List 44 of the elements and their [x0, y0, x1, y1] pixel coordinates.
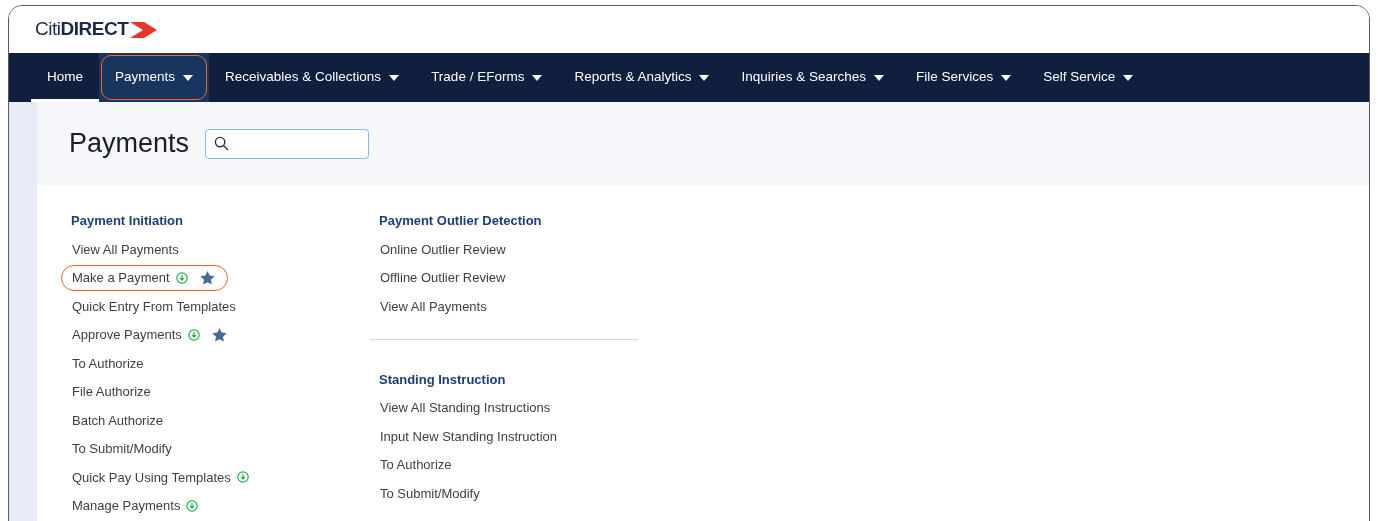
nav-tab[interactable]: Self Service — [1027, 53, 1150, 102]
caret-icon — [874, 74, 885, 81]
star-icon[interactable] — [199, 270, 215, 285]
section-heading: Payment Initiation — [71, 212, 184, 231]
nav-tab[interactable]: File Services — [900, 53, 1028, 102]
menu-item[interactable]: File Authorize — [61, 377, 176, 406]
info-icon — [236, 471, 249, 484]
menu-item[interactable]: View All Standing Instructions — [369, 393, 576, 422]
menu-item[interactable]: Input New Standing Instruction — [369, 422, 583, 451]
search-icon — [214, 136, 230, 151]
logo-text: CitiDIRECT — [35, 17, 129, 42]
menu-item[interactable]: Quick Pay Using Templates — [61, 463, 274, 492]
menu-item[interactable]: View All Payments — [61, 235, 204, 264]
section-heading: Standing Instruction — [379, 370, 507, 389]
menu-item[interactable]: To Submit/Modify — [369, 479, 505, 508]
menu-item[interactable]: Approve Payments — [61, 320, 252, 349]
menu-item[interactable]: Offline Outlier Review — [369, 263, 531, 292]
menu-item[interactable]: Online Outlier Review — [369, 235, 531, 264]
nav-tab[interactable]: Trade / EForms — [415, 53, 559, 102]
nav-tab[interactable]: Reports & Analytics — [558, 53, 726, 102]
menu-item[interactable]: To Submit/Modify — [61, 434, 197, 463]
menu-item[interactable]: To Authorize — [369, 450, 477, 479]
info-icon — [186, 499, 199, 512]
info-icon — [187, 328, 200, 341]
caret-icon — [1123, 74, 1134, 81]
chevron-logo-icon — [130, 21, 158, 38]
caret-icon — [389, 74, 400, 81]
nav-tab[interactable]: Inquiries & Searches — [725, 53, 901, 102]
page-title: Payments — [69, 127, 190, 161]
menu-item[interactable]: To Authorize — [61, 349, 169, 378]
search-field[interactable] — [205, 128, 370, 159]
caret-icon — [532, 74, 543, 81]
menu-item[interactable]: Batch Authorize — [61, 406, 189, 435]
menu-item[interactable]: View All Payments — [369, 292, 512, 321]
info-icon — [175, 271, 188, 284]
nav-tab[interactable]: Payments — [99, 53, 210, 102]
nav-tab[interactable]: Receivables & Collections — [209, 53, 416, 102]
section-heading: Payment Outlier Detection — [379, 212, 543, 231]
caret-icon — [699, 74, 710, 81]
caret-icon — [183, 74, 194, 81]
caret-icon — [1001, 74, 1012, 81]
menu-item[interactable]: Quick Entry From Templates — [61, 292, 261, 321]
star-icon[interactable] — [211, 327, 227, 342]
menu-item[interactable]: Manage Payments — [61, 491, 224, 520]
